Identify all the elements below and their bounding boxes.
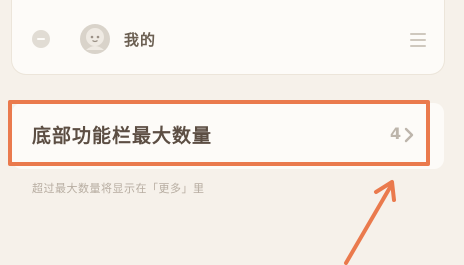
avatar-icon	[80, 24, 110, 54]
tab-item-mine[interactable]: 我的	[12, 20, 444, 60]
remove-icon[interactable]	[32, 30, 50, 48]
tab-item-label: 我的	[124, 31, 157, 49]
max-tabs-hint: 超过最大数量将显示在「更多」里	[32, 182, 205, 195]
pointer-arrow-icon	[344, 180, 396, 265]
tab-bar-items-card: 我的	[12, 0, 444, 74]
max-tabs-value: 4	[390, 124, 402, 143]
chevron-right-icon	[404, 127, 414, 143]
drag-handle-icon[interactable]	[410, 33, 426, 47]
max-tabs-setting-label: 底部功能栏最大数量	[32, 125, 213, 147]
